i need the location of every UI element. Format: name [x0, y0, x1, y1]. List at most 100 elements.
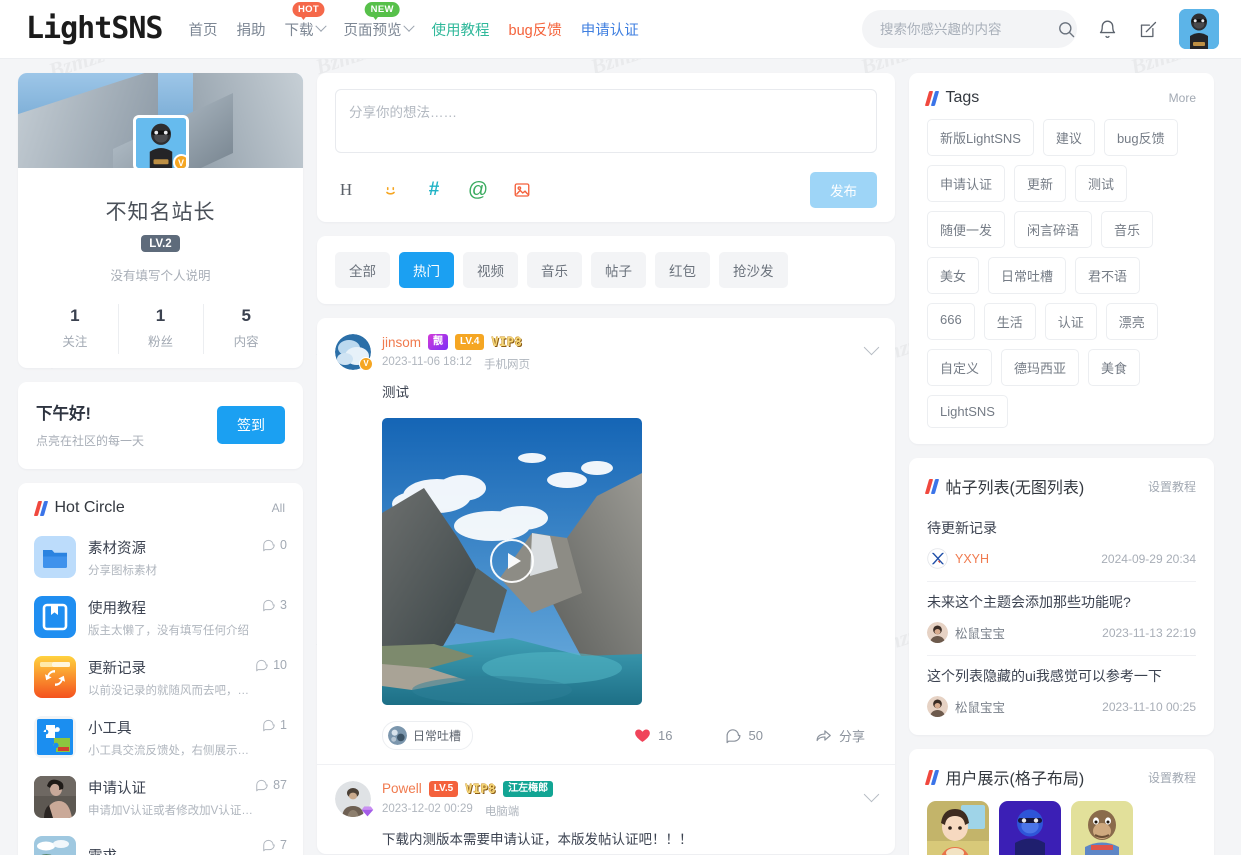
compose-icon[interactable]: [1138, 19, 1159, 40]
slash-accent-icon: [924, 769, 939, 785]
verified-icon: V: [172, 154, 186, 168]
ape-avatar-1[interactable]: [1071, 801, 1133, 855]
tag-chip[interactable]: 666: [927, 303, 975, 340]
heading-icon[interactable]: H: [335, 179, 357, 201]
post-title[interactable]: 待更新记录: [927, 518, 1196, 539]
tag-chip[interactable]: 闲言碎语: [1014, 211, 1093, 248]
site-logo[interactable]: LightSNS: [26, 14, 163, 44]
emoji-icon[interactable]: [379, 179, 401, 201]
tab-posts[interactable]: 帖子: [591, 252, 646, 288]
tag-chip[interactable]: LightSNS: [927, 395, 1008, 428]
nav-item-donate[interactable]: 捐助: [237, 19, 266, 40]
list-item[interactable]: 待更新记录 YXYH 2024-09-29 20:34: [927, 508, 1196, 581]
hot-circle-more-link[interactable]: All: [272, 501, 285, 515]
list-item[interactable]: 需求 7: [34, 827, 287, 855]
nav-item-bug-feedback[interactable]: bug反馈: [509, 19, 562, 40]
post-username[interactable]: Powell: [382, 781, 422, 796]
list-item[interactable]: 更新记录 以前没记录的就随风而去吧，后… 10: [34, 647, 287, 707]
tag-chip[interactable]: 建议: [1042, 119, 1095, 156]
share-label: 分享: [838, 728, 865, 744]
slash-accent-icon: [924, 478, 939, 494]
mention-icon[interactable]: @: [467, 179, 489, 201]
girl-avatar[interactable]: [927, 801, 989, 855]
post-author[interactable]: 松鼠宝宝: [955, 697, 1005, 716]
tag-chip[interactable]: 美女: [927, 257, 980, 294]
post-video-thumbnail[interactable]: [382, 417, 642, 705]
tags-title: Tags: [945, 89, 980, 106]
post-list-settings-link[interactable]: 设置教程: [1148, 478, 1196, 495]
tab-redpacket[interactable]: 红包: [655, 252, 710, 288]
nav-item-download[interactable]: HOT 下载: [285, 1, 327, 40]
tag-chip[interactable]: bug反馈: [1103, 119, 1178, 156]
tag-chip[interactable]: 音乐: [1101, 211, 1154, 248]
post-avatar[interactable]: [335, 780, 374, 817]
stat-followers[interactable]: 1 粉丝: [117, 300, 204, 368]
tag-chip[interactable]: 美食: [1088, 349, 1141, 386]
tags-more-link[interactable]: More: [1169, 91, 1196, 105]
tag-chip[interactable]: 申请认证: [927, 165, 1006, 202]
tab-video[interactable]: 视频: [463, 252, 518, 288]
comment-button[interactable]: 50: [725, 727, 763, 744]
share-button[interactable]: 分享: [815, 726, 865, 745]
nav-item-home[interactable]: 首页: [189, 19, 218, 40]
tag-chip[interactable]: 测试: [1075, 165, 1128, 202]
user-grid-settings-link[interactable]: 设置教程: [1148, 769, 1196, 786]
list-item[interactable]: 申请认证 申请加V认证或者修改加V认证，… 87: [34, 767, 287, 827]
chevron-down-icon[interactable]: [863, 786, 880, 803]
hot-circle-card: Hot Circle All 素材资源 分享图标素材 0 使用教程 版主太懒了，…: [18, 483, 303, 855]
tab-all[interactable]: 全部: [335, 252, 390, 288]
post-topic-tag[interactable]: 日常吐槽: [382, 720, 474, 750]
tag-chip[interactable]: 漂亮: [1105, 303, 1158, 340]
tag-chip[interactable]: 日常吐槽: [988, 257, 1067, 294]
stat-content[interactable]: 5 内容: [203, 300, 289, 368]
play-button-icon[interactable]: [490, 539, 534, 584]
like-button[interactable]: 16: [634, 727, 673, 744]
tag-chip[interactable]: 生活: [983, 303, 1036, 340]
tag-chip[interactable]: 德玛西亚: [1001, 349, 1080, 386]
stat-following[interactable]: 1 关注: [32, 300, 118, 368]
main-feed-column: H # @: [317, 73, 895, 854]
blue-ape-avatar[interactable]: [999, 801, 1061, 855]
tag-chip[interactable]: 君不语: [1075, 257, 1141, 294]
list-item[interactable]: 素材资源 分享图标素材 0: [34, 527, 287, 587]
bell-icon[interactable]: [1097, 19, 1118, 40]
tab-hot[interactable]: 热门: [399, 252, 454, 288]
post-avatar[interactable]: V: [335, 334, 373, 371]
list-item[interactable]: 使用教程 版主太懒了，没有填写任何介绍 3: [34, 587, 287, 647]
nav-item-tutorial[interactable]: 使用教程: [432, 19, 490, 40]
composer-input[interactable]: [335, 89, 877, 153]
publish-button[interactable]: 发布: [810, 172, 877, 208]
tag-chip[interactable]: 自定义: [927, 349, 993, 386]
post-body: 下载内测版本需要申请认证，本版发帖认证吧！！！: [382, 819, 877, 854]
post-author[interactable]: 松鼠宝宝: [955, 623, 1005, 642]
signin-button[interactable]: 签到: [217, 405, 285, 444]
tag-chip[interactable]: 随便一发: [927, 211, 1006, 248]
count-value: 3: [280, 598, 287, 612]
profile-avatar[interactable]: V: [132, 115, 189, 168]
nav-item-apply-verify[interactable]: 申请认证: [581, 19, 639, 40]
tag-chip[interactable]: 新版LightSNS: [927, 119, 1034, 156]
tab-music[interactable]: 音乐: [527, 252, 582, 288]
search-input[interactable]: [880, 21, 1057, 37]
post-title[interactable]: 这个列表隐藏的ui我感觉可以参考一下: [927, 666, 1196, 687]
chevron-down-icon[interactable]: [863, 339, 880, 356]
user-avatar[interactable]: [1179, 9, 1219, 49]
post-title[interactable]: 未来这个主题会添加那些功能呢?: [927, 592, 1196, 613]
book-icon: [34, 596, 76, 638]
tag-chip[interactable]: 更新: [1014, 165, 1067, 202]
nav-item-page-preview[interactable]: NEW 页面预览: [344, 1, 415, 40]
hashtag-icon[interactable]: #: [423, 179, 445, 201]
tab-firstcomment[interactable]: 抢沙发: [719, 252, 788, 288]
list-item[interactable]: 小工具 小工具交流反馈处，右侧展示出… 1: [34, 707, 287, 767]
search-icon[interactable]: [1057, 20, 1076, 39]
list-item[interactable]: 未来这个主题会添加那些功能呢? 松鼠宝宝 2023-11-13 22:19: [927, 581, 1196, 655]
tags-card: Tags More 新版LightSNS 建议 bug反馈 申请认证 更新 测试…: [909, 73, 1214, 444]
image-icon[interactable]: [511, 179, 533, 201]
list-item[interactable]: 这个列表隐藏的ui我感觉可以参考一下 松鼠宝宝 2023-11-10 00:25: [927, 655, 1196, 729]
post-author[interactable]: YXYH: [955, 552, 989, 566]
search-box[interactable]: [862, 10, 1077, 48]
nav-label: 捐助: [236, 22, 266, 39]
post-username[interactable]: jinsom: [382, 335, 421, 350]
post-time: 2024-09-29 20:34: [1101, 551, 1196, 566]
tag-chip[interactable]: 认证: [1044, 303, 1097, 340]
